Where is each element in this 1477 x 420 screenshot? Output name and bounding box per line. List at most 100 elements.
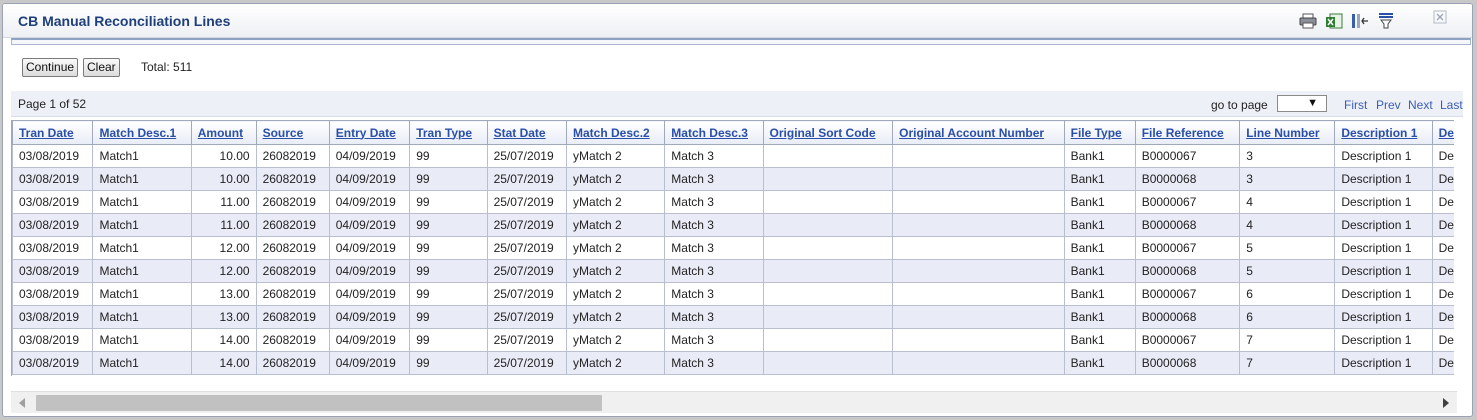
- table-cell: 26082019: [255, 259, 330, 283]
- clear-button[interactable]: Clear: [83, 58, 120, 77]
- table-cell: [762, 282, 894, 306]
- table-cell: B0000068: [1134, 213, 1241, 237]
- table-cell: 3: [1239, 167, 1336, 191]
- table-cell: Description 1: [1334, 259, 1433, 283]
- table-cell: 99: [409, 167, 488, 191]
- column-header[interactable]: Tran Date: [12, 120, 94, 145]
- table-cell: 99: [409, 190, 488, 214]
- table-cell: Match 3: [664, 167, 764, 191]
- column-header[interactable]: Original Account Number: [892, 120, 1065, 145]
- column-header[interactable]: File Type: [1063, 120, 1136, 145]
- column-header[interactable]: Match Desc.2: [566, 120, 666, 145]
- table-cell: Match 3: [664, 351, 764, 375]
- table-cell: [762, 328, 894, 352]
- next-page-link[interactable]: Next: [1408, 98, 1433, 112]
- goto-page-select[interactable]: ▼: [1277, 95, 1327, 112]
- table-cell: Match1: [92, 305, 192, 329]
- column-header[interactable]: Source: [255, 120, 330, 145]
- column-header[interactable]: Stat Date: [486, 120, 568, 145]
- table-cell: [892, 328, 1065, 352]
- table-cell: 99: [409, 213, 488, 237]
- table-row[interactable]: 03/08/2019 Match1 13.00 26082019 04/09/2019 9…: [12, 305, 1454, 329]
- lines-table-container: Tran Date Match Desc.1 Amount Source Entry D…: [11, 120, 1454, 376]
- table-cell: 25/07/2019: [486, 190, 568, 214]
- close-icon[interactable]: [1433, 10, 1447, 24]
- table-cell: Description 2: [1431, 213, 1454, 237]
- chevron-down-icon: ▼: [1307, 97, 1318, 109]
- table-cell: Description 2: [1431, 259, 1454, 283]
- table-header-row: Tran Date Match Desc.1 Amount Source Entry D…: [12, 120, 1454, 145]
- table-cell: [762, 305, 894, 329]
- pager-bar: Page 1 of 52 go to page ▼ First Prev Nex…: [11, 91, 1463, 117]
- total-count: Total: 511: [141, 60, 193, 74]
- scrollbar-thumb[interactable]: [36, 395, 602, 411]
- table-cell: 13.00: [190, 305, 257, 329]
- table-cell: yMatch 2: [566, 213, 666, 237]
- excel-export-icon[interactable]: [1324, 12, 1344, 30]
- table-row[interactable]: 03/08/2019 Match1 14.00 26082019 04/09/2019 9…: [12, 328, 1454, 352]
- table-row[interactable]: 03/08/2019 Match1 11.00 26082019 04/09/2019 9…: [12, 213, 1454, 237]
- scroll-left-icon[interactable]: [19, 398, 25, 408]
- table-cell: 03/08/2019: [12, 190, 94, 214]
- table-cell: 26082019: [255, 236, 330, 260]
- table-cell: Description 2: [1431, 236, 1454, 260]
- table-cell: 03/08/2019: [12, 259, 94, 283]
- table-cell: 7: [1239, 328, 1336, 352]
- column-header[interactable]: Entry Date: [328, 120, 411, 145]
- table-row[interactable]: 03/08/2019 Match1 11.00 26082019 04/09/2019 9…: [12, 190, 1454, 214]
- table-cell: 7: [1239, 351, 1336, 375]
- column-header[interactable]: Line Number: [1239, 120, 1336, 145]
- dialog-titlebar: CB Manual Reconciliation Lines: [3, 4, 1472, 38]
- column-header[interactable]: Original Sort Code: [762, 120, 894, 145]
- table-cell: 04/09/2019: [328, 144, 411, 168]
- table-cell: 26082019: [255, 190, 330, 214]
- column-header[interactable]: Amount: [190, 120, 257, 145]
- table-cell: 25/07/2019: [486, 259, 568, 283]
- table-cell: Match 3: [664, 236, 764, 260]
- first-page-link[interactable]: First: [1344, 98, 1367, 112]
- column-header[interactable]: Match Desc.3: [664, 120, 764, 145]
- table-cell: [892, 236, 1065, 260]
- horizontal-scrollbar[interactable]: [11, 391, 1457, 413]
- table-cell: [762, 190, 894, 214]
- column-header[interactable]: Description 1: [1334, 120, 1433, 145]
- table-cell: 04/09/2019: [328, 190, 411, 214]
- table-cell: yMatch 2: [566, 190, 666, 214]
- table-cell: Description 1: [1334, 236, 1433, 260]
- print-icon[interactable]: [1298, 12, 1318, 30]
- column-header[interactable]: Tran Type: [409, 120, 488, 145]
- table-cell: Description 1: [1334, 305, 1433, 329]
- table-cell: 99: [409, 236, 488, 260]
- table-cell: 26082019: [255, 144, 330, 168]
- table-cell: Match 3: [664, 282, 764, 306]
- reconciliation-dialog: CB Manual Reconciliation Lines Continue …: [2, 3, 1473, 417]
- table-cell: Match 3: [664, 259, 764, 283]
- table-row[interactable]: 03/08/2019 Match1 10.00 26082019 04/09/2019 9…: [12, 167, 1454, 191]
- table-cell: 04/09/2019: [328, 167, 411, 191]
- table-row[interactable]: 03/08/2019 Match1 13.00 26082019 04/09/2019 9…: [12, 282, 1454, 306]
- table-row[interactable]: 03/08/2019 Match1 12.00 26082019 04/09/2019 9…: [12, 259, 1454, 283]
- column-header[interactable]: Match Desc.1: [92, 120, 192, 145]
- table-cell: Description 2: [1431, 190, 1454, 214]
- table-cell: 04/09/2019: [328, 259, 411, 283]
- table-cell: Match1: [92, 213, 192, 237]
- table-cell: Bank1: [1063, 236, 1136, 260]
- table-cell: Bank1: [1063, 351, 1136, 375]
- table-cell: 25/07/2019: [486, 328, 568, 352]
- table-cell: [892, 351, 1065, 375]
- column-header[interactable]: File Reference: [1134, 120, 1241, 145]
- table-cell: 99: [409, 144, 488, 168]
- table-cell: Bank1: [1063, 213, 1136, 237]
- table-row[interactable]: 03/08/2019 Match1 12.00 26082019 04/09/2019 9…: [12, 236, 1454, 260]
- last-page-link[interactable]: Last: [1440, 98, 1463, 112]
- continue-button[interactable]: Continue: [22, 58, 79, 77]
- table-row[interactable]: 03/08/2019 Match1 14.00 26082019 04/09/2019 9…: [12, 351, 1454, 375]
- table-row[interactable]: 03/08/2019 Match1 10.00 26082019 04/09/2019 9…: [12, 144, 1454, 168]
- column-chooser-icon[interactable]: [1350, 12, 1370, 30]
- table-cell: B0000068: [1134, 259, 1241, 283]
- prev-page-link[interactable]: Prev: [1376, 98, 1401, 112]
- scroll-right-icon[interactable]: [1443, 398, 1449, 408]
- filter-icon[interactable]: [1376, 12, 1396, 30]
- column-header[interactable]: Description 2: [1431, 120, 1454, 145]
- table-cell: 6: [1239, 305, 1336, 329]
